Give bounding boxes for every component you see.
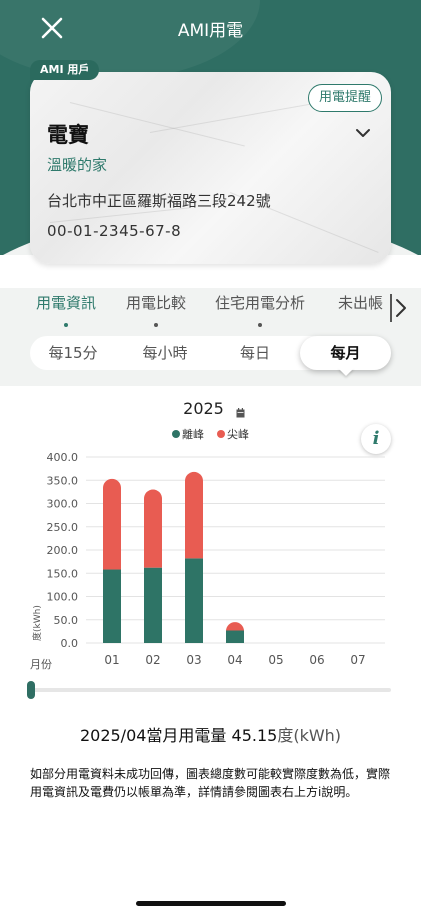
x-tick-label: 01 <box>104 653 119 667</box>
y-tick-label: 400.0 <box>47 451 79 464</box>
peak-swatch <box>217 430 225 438</box>
tab-usage-compare[interactable]: 用電比較 <box>126 292 187 327</box>
x-tick-label: 03 <box>186 653 201 667</box>
chart-scroll-track[interactable] <box>30 688 391 692</box>
period-monthly-button[interactable]: 每月 <box>300 336 391 370</box>
y-tick-label: 0.0 <box>61 637 79 650</box>
offpeak-swatch <box>172 430 180 438</box>
x-axis-label: 月份 <box>30 658 52 671</box>
account-name: 電寶 <box>47 123 89 147</box>
tab-scroll-divider <box>390 294 392 322</box>
y-tick-label: 350.0 <box>47 474 79 487</box>
data-disclaimer: 如部分用電資料未成功回傳，圖表總度數可能較實際度數為低，實際用電資訊及電費仍以帳… <box>30 767 391 799</box>
tab-household-analysis[interactable]: 住宅用電分析 <box>215 292 306 327</box>
period-hourly-button[interactable]: 每小時 <box>120 336 210 370</box>
home-indicator <box>136 901 286 906</box>
bar-peak <box>226 622 244 632</box>
bar-offpeak <box>103 569 121 643</box>
y-tick-label: 100.0 <box>47 591 79 604</box>
account-address: 台北市中正區羅斯福路三段242號 <box>47 192 271 210</box>
x-tick-label: 02 <box>145 653 160 667</box>
period-15min-button[interactable]: 每15分 <box>30 336 116 370</box>
selected-period-pointer <box>338 368 354 376</box>
x-tick-label: 04 <box>227 653 242 667</box>
y-tick-label: 200.0 <box>47 544 79 557</box>
x-tick-label: 07 <box>350 653 365 667</box>
account-nickname: 溫暖的家 <box>47 156 108 174</box>
summary-value: 2025/04當月用電量 45.15 <box>79 726 278 745</box>
tab-label: 未出帳 <box>338 294 384 312</box>
tab-label: 用電比較 <box>126 294 187 312</box>
summary-unit: 度(kWh) <box>277 726 342 745</box>
account-number: 00-01-2345-67-8 <box>47 222 182 240</box>
ami-user-badge: AMI 用戶 <box>30 60 100 80</box>
month-usage-summary: 2025/04當月用電量 45.15度(kWh) <box>0 722 421 746</box>
bar-offpeak <box>144 567 162 643</box>
tab-indicator <box>154 323 158 327</box>
chevron-right-icon[interactable] <box>394 296 408 320</box>
y-tick-label: 300.0 <box>47 498 79 511</box>
marble-texture <box>69 102 245 147</box>
page-title: AMI用電 <box>177 21 244 41</box>
y-tick-label: 150.0 <box>47 567 79 580</box>
monthly-usage-chart: 400.0 350.0 300.0 250.0 200.0 150.0 100.0 50.0 0… <box>30 451 385 671</box>
bar-peak <box>103 478 121 570</box>
info-tabs: 用電資訊 用電比較 住宅用電分析 未出帳 <box>0 288 421 328</box>
chart-year[interactable]: 2025 <box>0 399 421 418</box>
chart-scroll-thumb[interactable] <box>27 681 35 699</box>
bar-peak <box>144 489 162 568</box>
x-tick-label: 05 <box>268 653 283 667</box>
y-tick-label: 50.0 <box>54 614 79 627</box>
tab-usage-info[interactable]: 用電資訊 <box>36 292 97 327</box>
chevron-down-icon[interactable] <box>354 124 372 142</box>
period-daily-button[interactable]: 每日 <box>212 336 298 370</box>
tab-unbilled[interactable]: 未出帳 <box>338 292 390 313</box>
tab-label: 住宅用電分析 <box>215 294 306 312</box>
bar-peak <box>185 471 203 559</box>
x-tick-label: 06 <box>309 653 324 667</box>
calendar-icon[interactable] <box>236 403 245 418</box>
y-tick-label: 250.0 <box>47 521 79 534</box>
usage-reminder-button[interactable]: 用電提醒 <box>308 84 382 112</box>
chart-year-label: 2025 <box>183 399 224 418</box>
tab-indicator <box>64 323 68 327</box>
tab-label: 用電資訊 <box>36 294 97 312</box>
y-axis-label: 度(kWh) <box>31 605 43 641</box>
bar-offpeak <box>185 558 203 643</box>
tab-indicator <box>258 323 262 327</box>
bar-offpeak <box>226 630 244 643</box>
period-selector: 每15分 每小時 每日 每月 <box>30 336 391 370</box>
